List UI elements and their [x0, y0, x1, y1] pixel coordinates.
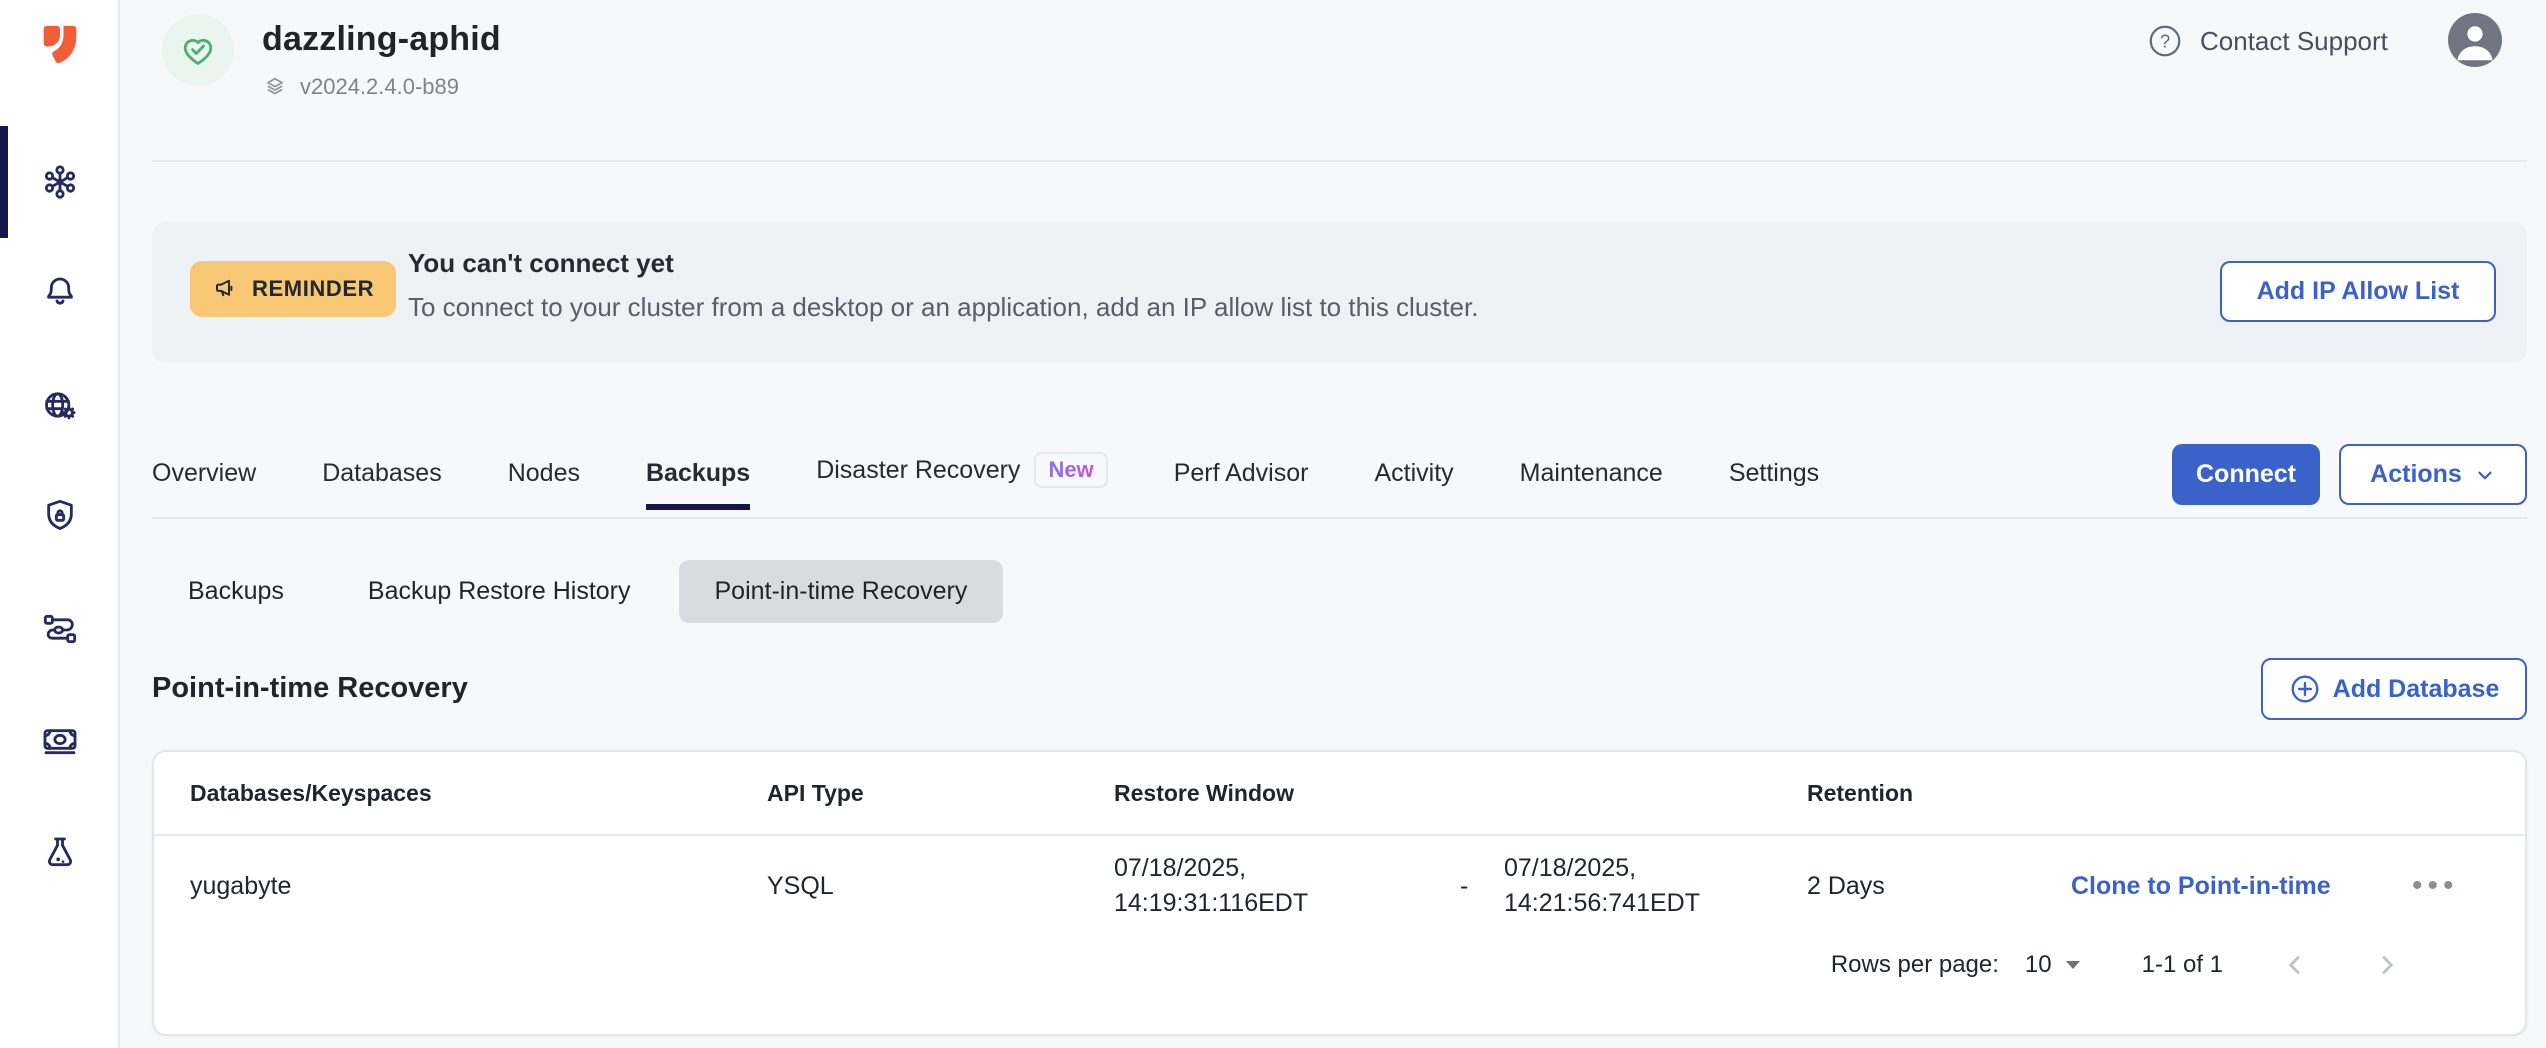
sidebar-item-security[interactable] — [40, 496, 80, 536]
sidebar-item-labs[interactable] — [40, 833, 80, 873]
actions-button-label: Actions — [2370, 460, 2462, 489]
tab-activity[interactable]: Activity — [1374, 459, 1453, 510]
pagination: Rows per page: 10 1-1 of 1 — [1831, 940, 2407, 990]
reminder-banner: REMINDER You can't connect yet To connec… — [152, 222, 2527, 363]
version-label: v2024.2.4.0-b89 — [300, 74, 459, 100]
clusters-icon — [40, 162, 80, 202]
tab-perf-advisor[interactable]: Perf Advisor — [1174, 459, 1309, 510]
tab-databases[interactable]: Databases — [322, 459, 442, 510]
section-title: Point-in-time Recovery — [152, 672, 468, 705]
integrations-icon — [40, 609, 80, 649]
layers-icon — [262, 74, 288, 100]
sidebar — [0, 0, 120, 1048]
tab-maintenance[interactable]: Maintenance — [1520, 459, 1663, 510]
col-retention: Retention — [1807, 780, 2071, 807]
tab-settings[interactable]: Settings — [1729, 459, 1819, 510]
tabs-divider — [152, 517, 2527, 519]
add-database-label: Add Database — [2333, 675, 2500, 704]
header-divider — [152, 160, 2527, 162]
new-badge: New — [1034, 452, 1107, 488]
rows-per-page-select[interactable]: 10 — [2025, 951, 2080, 979]
next-page-button[interactable] — [2367, 945, 2407, 985]
cell-api-type: YSQL — [767, 872, 1114, 901]
previous-page-button[interactable] — [2275, 945, 2315, 985]
cell-restore-window: 07/18/2025, 14:19:31:116EDT - 07/18/2025… — [1114, 851, 1807, 921]
labs-flask-icon — [40, 833, 80, 873]
col-restore-window: Restore Window — [1114, 780, 1807, 807]
clone-to-point-in-time-link[interactable]: Clone to Point-in-time — [2071, 872, 2402, 901]
contact-support-button[interactable]: ? Contact Support — [2146, 22, 2388, 60]
cluster-tabs: Overview Databases Nodes Backups Disaste… — [152, 452, 1819, 510]
contact-support-label: Contact Support — [2200, 26, 2388, 57]
plus-circle-icon — [2289, 673, 2321, 705]
yugabyte-logo-icon[interactable] — [32, 16, 88, 72]
pitr-table-card: Databases/Keyspaces API Type Restore Win… — [152, 750, 2527, 1036]
svg-text:?: ? — [2160, 32, 2170, 52]
row-menu-icon[interactable]: ••• — [2402, 869, 2525, 903]
sidebar-item-alerts[interactable] — [40, 269, 80, 309]
reminder-badge: REMINDER — [190, 261, 396, 317]
heart-check-icon — [178, 30, 218, 70]
sidebar-item-network[interactable] — [40, 386, 80, 426]
security-shield-lock-icon — [40, 496, 80, 536]
tab-disaster-recovery[interactable]: Disaster Recovery New — [816, 452, 1107, 510]
chevron-left-icon — [2280, 950, 2310, 980]
tab-backups[interactable]: Backups — [646, 459, 750, 510]
alerts-bell-icon — [40, 269, 80, 309]
cell-database: yugabyte — [190, 872, 767, 901]
subtab-backup-restore-history[interactable]: Backup Restore History — [332, 560, 667, 623]
add-ip-allow-list-button[interactable]: Add IP Allow List — [2220, 261, 2496, 322]
page-title: dazzling-aphid — [262, 20, 501, 59]
billing-icon — [40, 720, 80, 760]
cell-retention: 2 Days — [1807, 872, 2071, 901]
cluster-health-badge — [162, 14, 234, 86]
banner-title: You can't connect yet — [408, 248, 674, 279]
banner-message: To connect to your cluster from a deskto… — [408, 292, 1478, 323]
person-icon — [2448, 13, 2502, 67]
subtab-point-in-time-recovery[interactable]: Point-in-time Recovery — [679, 560, 1004, 623]
sidebar-item-clusters[interactable] — [40, 162, 80, 202]
rows-per-page-value: 10 — [2025, 951, 2052, 979]
user-avatar[interactable] — [2448, 13, 2502, 67]
caret-down-icon — [2066, 961, 2080, 969]
col-api-type: API Type — [767, 780, 1114, 807]
table-header-row: Databases/Keyspaces API Type Restore Win… — [154, 752, 2525, 836]
sidebar-item-integrations[interactable] — [40, 609, 80, 649]
table-row: yugabyte YSQL 07/18/2025, 14:19:31:116ED… — [154, 836, 2525, 936]
network-globe-gear-icon — [40, 386, 80, 426]
subtab-backups[interactable]: Backups — [152, 560, 320, 623]
connect-button[interactable]: Connect — [2172, 444, 2320, 505]
actions-button[interactable]: Actions — [2339, 444, 2527, 505]
megaphone-icon — [212, 274, 242, 304]
chevron-down-icon — [2474, 464, 2496, 486]
pagination-range: 1-1 of 1 — [2142, 951, 2223, 979]
chevron-right-icon — [2372, 950, 2402, 980]
sidebar-active-indicator — [0, 126, 8, 238]
cluster-version: v2024.2.4.0-b89 — [262, 74, 459, 100]
question-circle-icon: ? — [2146, 22, 2184, 60]
add-database-button[interactable]: Add Database — [2261, 658, 2527, 720]
reminder-badge-label: REMINDER — [252, 276, 374, 302]
range-separator: - — [1460, 872, 1482, 901]
tab-nodes[interactable]: Nodes — [508, 459, 580, 510]
rows-per-page-label: Rows per page: — [1831, 951, 1999, 979]
backup-subtabs: Backups Backup Restore History Point-in-… — [152, 560, 1003, 623]
col-databases-keyspaces: Databases/Keyspaces — [190, 780, 767, 807]
tab-overview[interactable]: Overview — [152, 459, 256, 510]
sidebar-item-billing[interactable] — [40, 720, 80, 760]
